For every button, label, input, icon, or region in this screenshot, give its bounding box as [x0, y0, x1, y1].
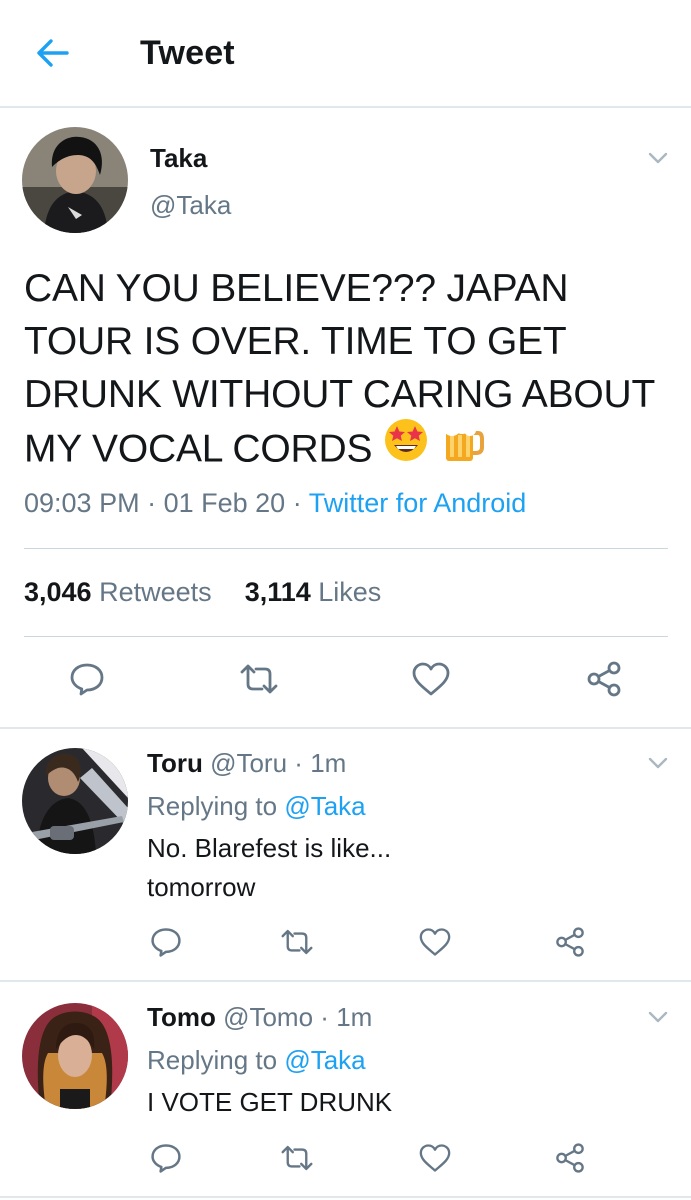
likes-stat[interactable]: 3,114 Likes	[245, 577, 382, 607]
replying-to: Replying to @Taka	[147, 791, 366, 821]
divider	[0, 727, 691, 729]
reply-author-name[interactable]: Toru	[147, 748, 203, 778]
share-button[interactable]	[580, 657, 628, 705]
author-handle[interactable]: @Taka	[150, 190, 231, 221]
retweet-icon	[238, 660, 280, 703]
top-bar: Tweet	[0, 0, 691, 108]
replying-to-link[interactable]: @Taka	[284, 791, 365, 821]
reply-more-options-button[interactable]	[644, 1009, 672, 1029]
retweet-icon	[279, 926, 315, 963]
avatar-taka[interactable]	[22, 127, 128, 233]
like-button[interactable]	[411, 920, 459, 968]
replying-to: Replying to @Taka	[147, 1045, 366, 1075]
divider	[24, 548, 668, 549]
heart-icon	[418, 1143, 452, 1178]
reply-author-handle[interactable]: @Toru	[210, 748, 287, 778]
reply-more-options-button[interactable]	[644, 755, 672, 775]
chevron-down-icon	[648, 151, 668, 169]
share-icon	[584, 660, 624, 703]
retweet-icon	[279, 1142, 315, 1179]
reply-button[interactable]	[63, 657, 111, 705]
tweet-text-line-with-emoji: MY VOCAL CORDS	[24, 418, 674, 481]
divider	[0, 1196, 691, 1198]
back-button[interactable]	[30, 32, 76, 78]
more-options-button[interactable]	[644, 150, 672, 170]
tweet-source-link[interactable]: Twitter for Android	[309, 488, 527, 518]
share-button[interactable]	[546, 920, 594, 968]
heart-icon	[411, 661, 451, 702]
reply-author-handle[interactable]: @Tomo	[223, 1002, 313, 1032]
tweet-text-line: DRUNK WITHOUT CARING ABOUT	[24, 373, 656, 416]
tweet-detail-screen: Tweet Taka @Taka CAN YOU BELIEVE??? JAPA…	[0, 0, 691, 1200]
tweet-stats: 3,046 Retweets 3,114 Likes	[24, 577, 381, 608]
chevron-down-icon	[648, 1010, 668, 1028]
divider	[24, 636, 668, 637]
like-button[interactable]	[411, 1136, 459, 1184]
reply-time: 1m	[310, 748, 347, 778]
arrow-left-icon	[36, 38, 70, 73]
share-icon	[553, 926, 587, 963]
retweet-button[interactable]	[273, 920, 321, 968]
page-title: Tweet	[140, 34, 235, 72]
reply-button[interactable]	[142, 1136, 190, 1184]
divider	[0, 980, 691, 982]
like-button[interactable]	[407, 657, 455, 705]
tweet-time: 09:03 PM	[24, 488, 140, 518]
retweet-button[interactable]	[235, 657, 283, 705]
reply-time: 1m	[336, 1002, 373, 1032]
reply-header: Tomo @Tomo · 1m	[147, 1002, 373, 1032]
reply-header: Toru @Toru · 1m	[147, 748, 347, 778]
retweets-stat[interactable]: 3,046 Retweets	[24, 577, 212, 607]
beer-mug-emoji	[440, 417, 486, 477]
chevron-down-icon	[648, 756, 668, 774]
star-struck-emoji	[383, 417, 429, 477]
share-button[interactable]	[546, 1136, 594, 1184]
tweet-text: CAN YOU BELIEVE??? JAPAN TOUR IS OVER. T…	[24, 262, 674, 481]
speech-bubble-icon	[149, 1141, 183, 1180]
speech-bubble-icon	[68, 660, 106, 703]
heart-icon	[418, 927, 452, 962]
reply-text: I VOTE GET DRUNK	[147, 1087, 393, 1117]
author-name[interactable]: Taka	[150, 143, 207, 174]
avatar-toru[interactable]	[22, 748, 128, 854]
retweet-button[interactable]	[273, 1136, 321, 1184]
speech-bubble-icon	[149, 925, 183, 964]
reply-text: No. Blarefest is like... tomorrow	[147, 833, 392, 902]
tweet-date: 01 Feb 20	[163, 488, 286, 518]
reply-button[interactable]	[142, 920, 190, 968]
avatar-tomo[interactable]	[22, 1003, 128, 1109]
replying-to-link[interactable]: @Taka	[284, 1045, 365, 1075]
tweet-text-line: CAN YOU BELIEVE??? JAPAN	[24, 267, 569, 310]
tweet-meta: 09:03 PM · 01 Feb 20 · Twitter for Andro…	[24, 488, 527, 518]
reply-author-name[interactable]: Tomo	[147, 1002, 216, 1032]
tweet-text-line: TOUR IS OVER. TIME TO GET	[24, 320, 567, 363]
share-icon	[553, 1142, 587, 1179]
